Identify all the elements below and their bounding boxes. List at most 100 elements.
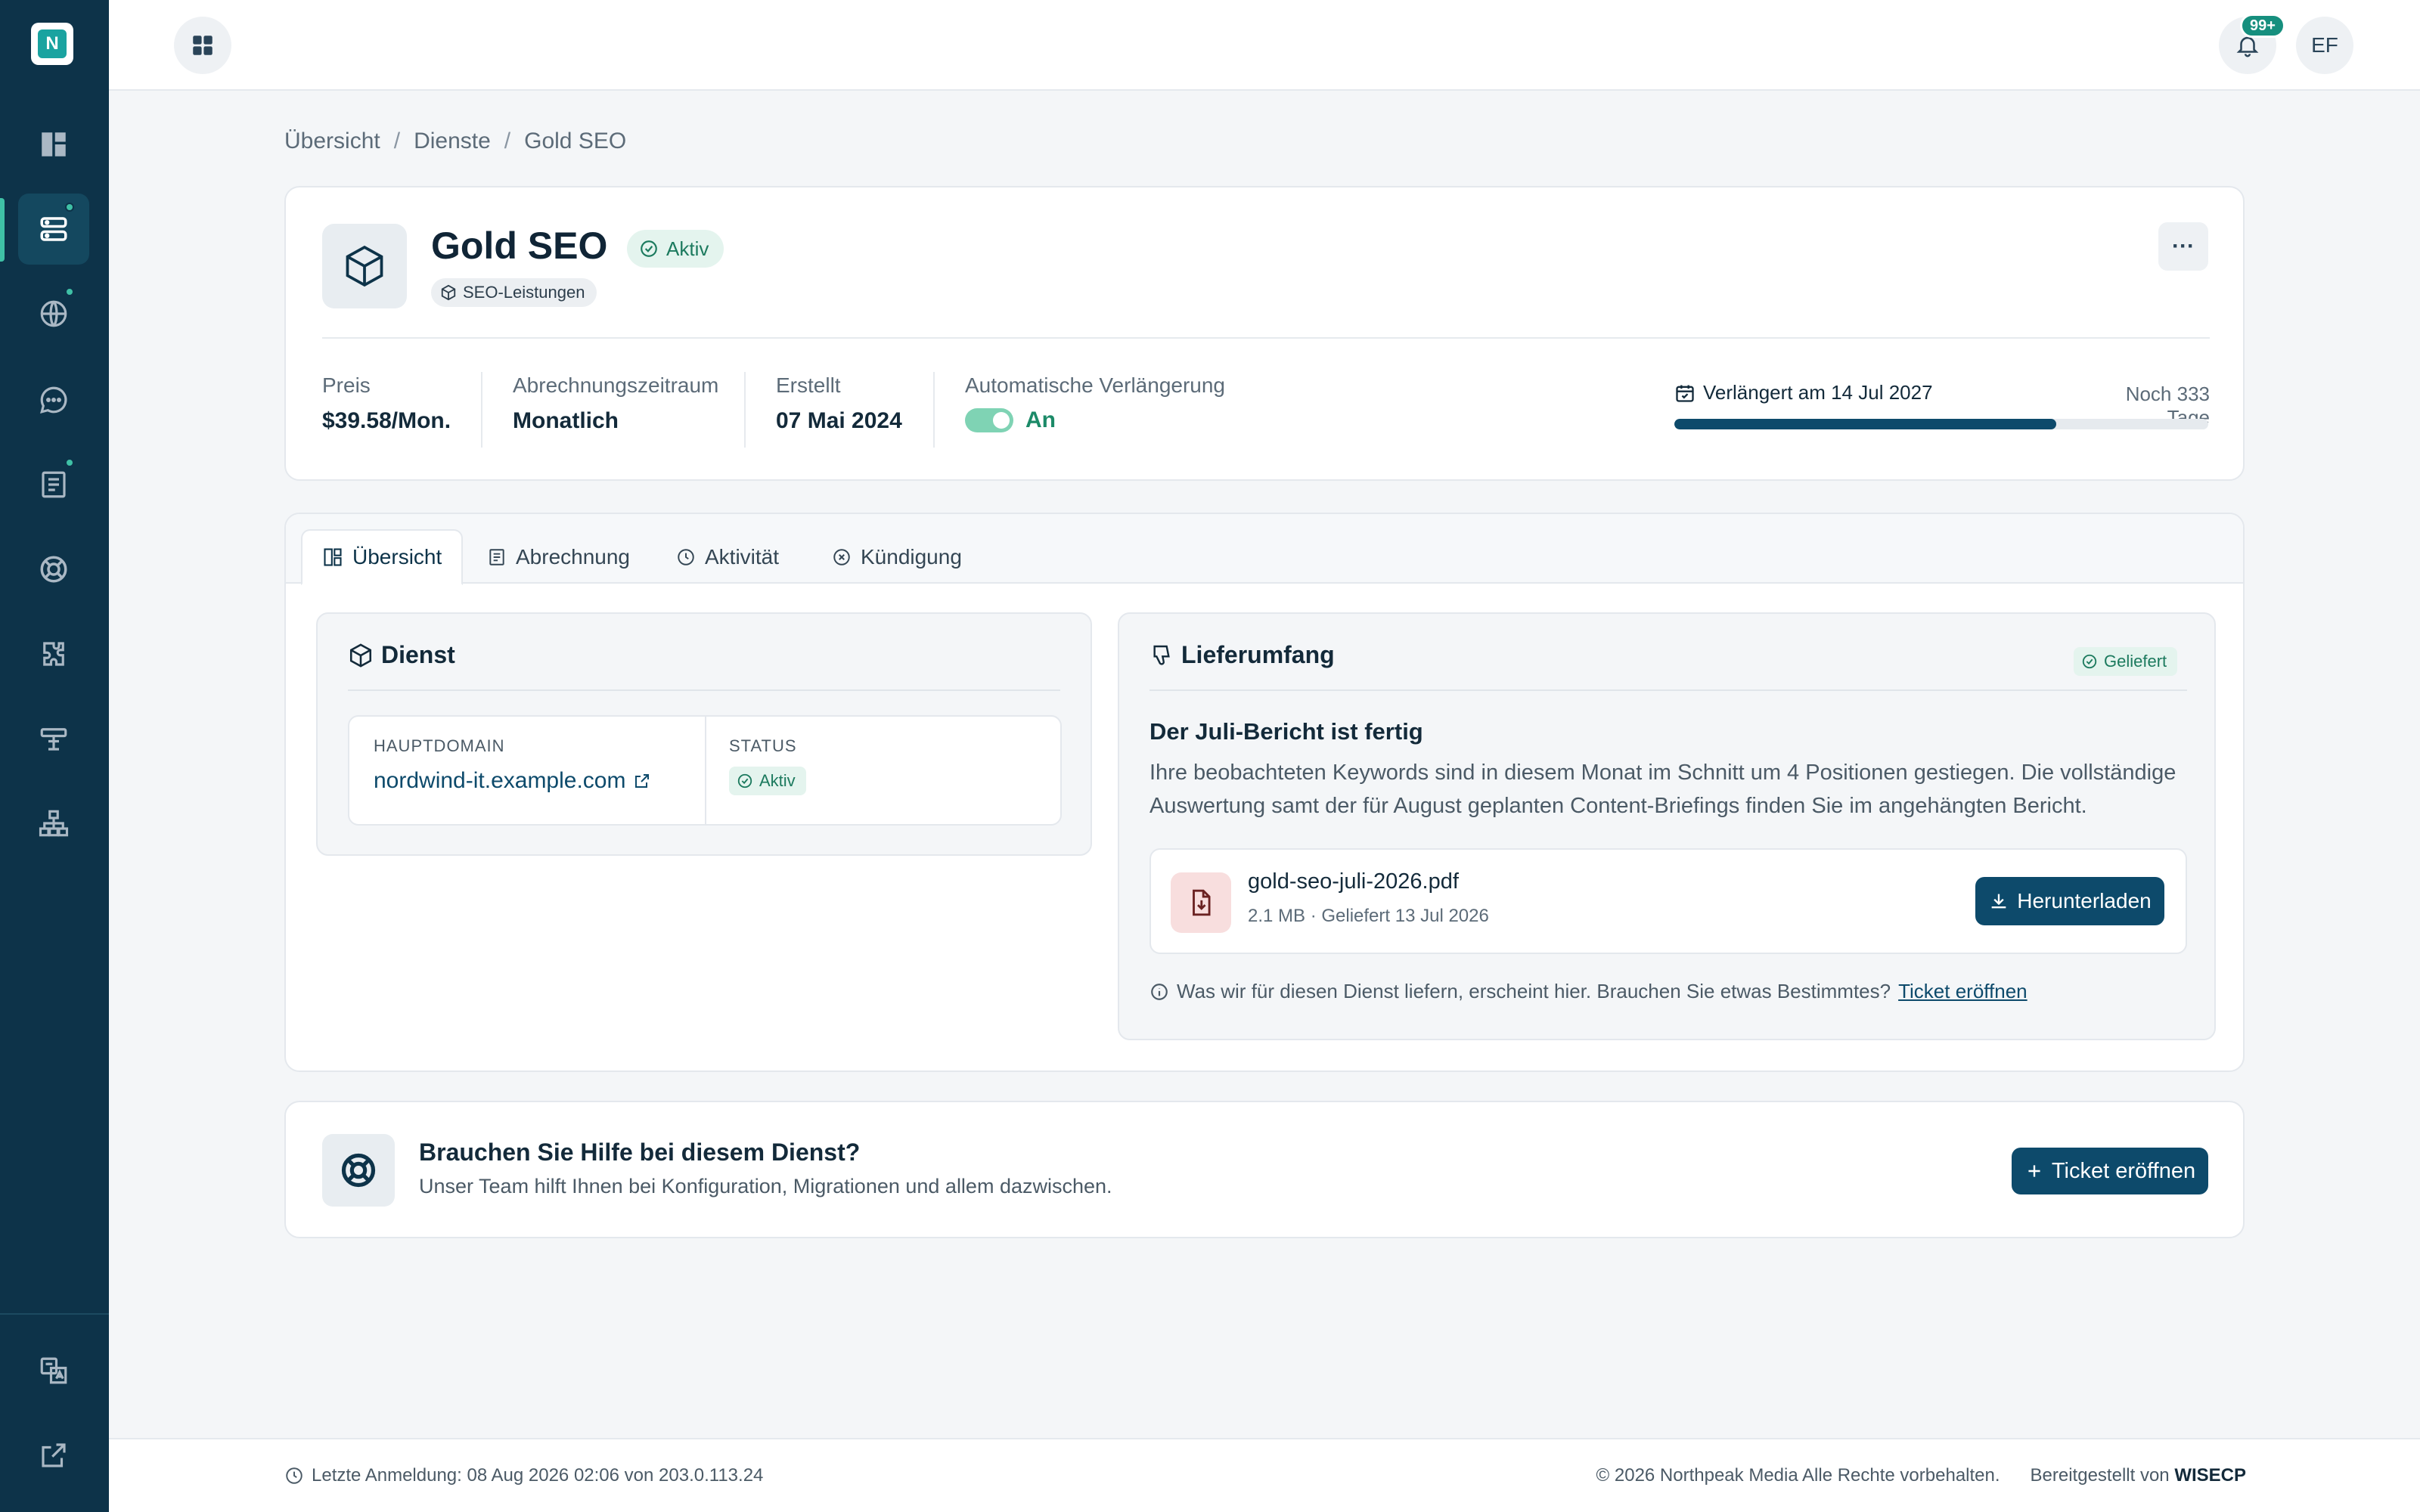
- server-icon: [40, 217, 67, 241]
- autorenew-control: An: [965, 407, 1225, 433]
- meta-created: Erstellt 07 Mai 2024: [776, 373, 902, 434]
- sidebar-item-services[interactable]: [18, 194, 89, 265]
- help-title: Brauchen Sie Hilfe bei diesem Dienst?: [419, 1139, 861, 1166]
- signpost-icon: [40, 728, 67, 751]
- more-options-button[interactable]: ···: [2158, 222, 2208, 271]
- puzzle-icon: [43, 642, 64, 666]
- breadcrumb-separator: /: [504, 129, 511, 153]
- dienst-title: Dienst: [348, 641, 455, 669]
- help-subtitle: Unser Team hilft Ihnen bei Konfiguration…: [419, 1175, 1112, 1198]
- open-ticket-link[interactable]: Ticket eröffnen: [1898, 980, 2028, 1003]
- autorenew-toggle[interactable]: [965, 408, 1013, 433]
- download-icon: [1991, 894, 2006, 909]
- tab-aktivitaet[interactable]: Aktivität: [656, 529, 799, 585]
- logo-letter: N: [38, 29, 67, 58]
- network-icon: [39, 810, 69, 837]
- sidebar-item-language[interactable]: [18, 1335, 89, 1406]
- status-value: Aktiv: [759, 771, 796, 790]
- renewal-progress-bar: [1674, 419, 2208, 429]
- plus-icon: [2028, 1165, 2040, 1177]
- sidebar-item-affiliates[interactable]: [18, 788, 89, 859]
- sidebar-item-domains[interactable]: [18, 278, 89, 349]
- autorenew-label: Automatische Verlängerung: [965, 373, 1225, 397]
- invoice-icon: [42, 471, 66, 498]
- globe-icon: [40, 300, 67, 327]
- grid-icon: [193, 36, 213, 55]
- external-link-icon: [635, 774, 650, 788]
- calendar-icon: [1676, 385, 1694, 402]
- status-badge: Aktiv: [627, 230, 724, 268]
- service-header-card: Gold SEO Aktiv SEO-Leistungen ··· Preis …: [284, 186, 2245, 481]
- tab-abrechnung[interactable]: Abrechnung: [467, 529, 650, 585]
- domain-value: nordwind-it.example.com: [374, 768, 626, 793]
- powered-by: Bereitgestellt von WISECP: [2031, 1465, 2246, 1486]
- header-divider: [322, 337, 2210, 339]
- product-icon-box: [322, 224, 407, 308]
- breadcrumb: Übersicht / Dienste / Gold SEO: [284, 129, 626, 154]
- file-attachment: gold-seo-juli-2026.pdf 2.1 MB · Geliefer…: [1150, 848, 2187, 954]
- renewal-text: Verlängert am 14 Jul 2027: [1703, 381, 1933, 404]
- app-grid-button[interactable]: [174, 17, 231, 74]
- thumbs-down-icon: [1153, 645, 1170, 665]
- renewal-info: Verlängert am 14 Jul 2027: [1674, 381, 1933, 404]
- box-icon: [441, 284, 456, 301]
- report-title: Der Juli-Bericht ist fertig: [1150, 718, 1423, 745]
- download-button[interactable]: Herunterladen: [1975, 877, 2164, 925]
- topbar: 99+ EF: [109, 0, 2420, 91]
- status-label: Aktiv: [666, 237, 709, 260]
- sidebar-item-logout[interactable]: [18, 1420, 89, 1491]
- logo[interactable]: N: [31, 23, 73, 65]
- tab-label: Kündigung: [861, 545, 962, 569]
- tab-label: Abrechnung: [516, 545, 631, 569]
- meta-separator: [481, 372, 482, 448]
- sidebar-item-dashboard[interactable]: [18, 109, 89, 180]
- chat-icon: [40, 386, 67, 414]
- sidebar-item-messages[interactable]: [18, 364, 89, 435]
- domain-link[interactable]: nordwind-it.example.com: [374, 768, 651, 794]
- dienst-card: Dienst HAUPTDOMAIN nordwind-it.example.c…: [316, 612, 1092, 856]
- file-name: gold-seo-juli-2026.pdf: [1248, 869, 1459, 894]
- lieferumfang-note: Was wir für diesen Dienst liefern, ersch…: [1150, 980, 2028, 1003]
- footer: Letzte Anmeldung: 08 Aug 2026 02:06 von …: [109, 1438, 2420, 1512]
- notification-dot: [65, 203, 74, 212]
- external-link-icon: [42, 1443, 66, 1467]
- tab-label: Aktivität: [705, 545, 780, 569]
- sidebar-item-support[interactable]: [18, 534, 89, 605]
- check-circle-icon: [641, 240, 657, 257]
- meta-separator: [933, 372, 935, 448]
- status-badge: Aktiv: [729, 767, 806, 795]
- dienst-title-text: Dienst: [381, 641, 455, 668]
- tab-label: Übersicht: [352, 545, 442, 569]
- billing-value: Monatlich: [513, 408, 619, 433]
- card-divider: [1150, 689, 2187, 691]
- autorenew-value: An: [1025, 407, 1056, 433]
- powered-brand[interactable]: WISECP: [2174, 1465, 2246, 1486]
- last-login-text: Letzte Anmeldung: 08 Aug 2026 02:06 von …: [312, 1465, 764, 1486]
- billing-label: Abrechnungszeitraum: [513, 373, 719, 397]
- powered-prefix: Bereitgestellt von: [2030, 1465, 2170, 1486]
- receipt-icon: [489, 549, 504, 565]
- avatar[interactable]: EF: [2296, 17, 2353, 74]
- cancel-circle-icon: [833, 549, 850, 565]
- tab-uebersicht[interactable]: Übersicht: [301, 529, 464, 585]
- sidebar-item-addons[interactable]: [18, 618, 89, 689]
- clock-icon: [286, 1467, 302, 1484]
- created-label: Erstellt: [776, 373, 841, 397]
- sidebar-item-invoices[interactable]: [18, 449, 89, 520]
- breadcrumb-item[interactable]: Dienste: [414, 129, 491, 154]
- renewal-progress-fill: [1674, 419, 2056, 429]
- open-ticket-button[interactable]: Ticket eröffnen: [2012, 1148, 2208, 1194]
- sidebar-item-settings[interactable]: [18, 703, 89, 774]
- file-meta: 2.1 MB · Geliefert 13 Jul 2026: [1248, 906, 1489, 926]
- domain-field: HAUPTDOMAIN nordwind-it.example.com: [374, 736, 651, 794]
- dienst-details: HAUPTDOMAIN nordwind-it.example.com STAT…: [348, 715, 1062, 826]
- sidebar: N: [0, 0, 109, 1512]
- service-title: Gold SEO: [431, 225, 608, 267]
- breadcrumb-item[interactable]: Übersicht: [284, 129, 380, 154]
- tab-kuendigung[interactable]: Kündigung: [812, 529, 982, 585]
- clock-icon: [678, 549, 694, 565]
- help-icon-box: [322, 1134, 395, 1207]
- delivered-badge: Geliefert: [2074, 647, 2178, 676]
- report-text: Ihre beobachteten Keywords sind in diese…: [1150, 761, 2176, 818]
- notification-badge: 99+: [2240, 14, 2285, 38]
